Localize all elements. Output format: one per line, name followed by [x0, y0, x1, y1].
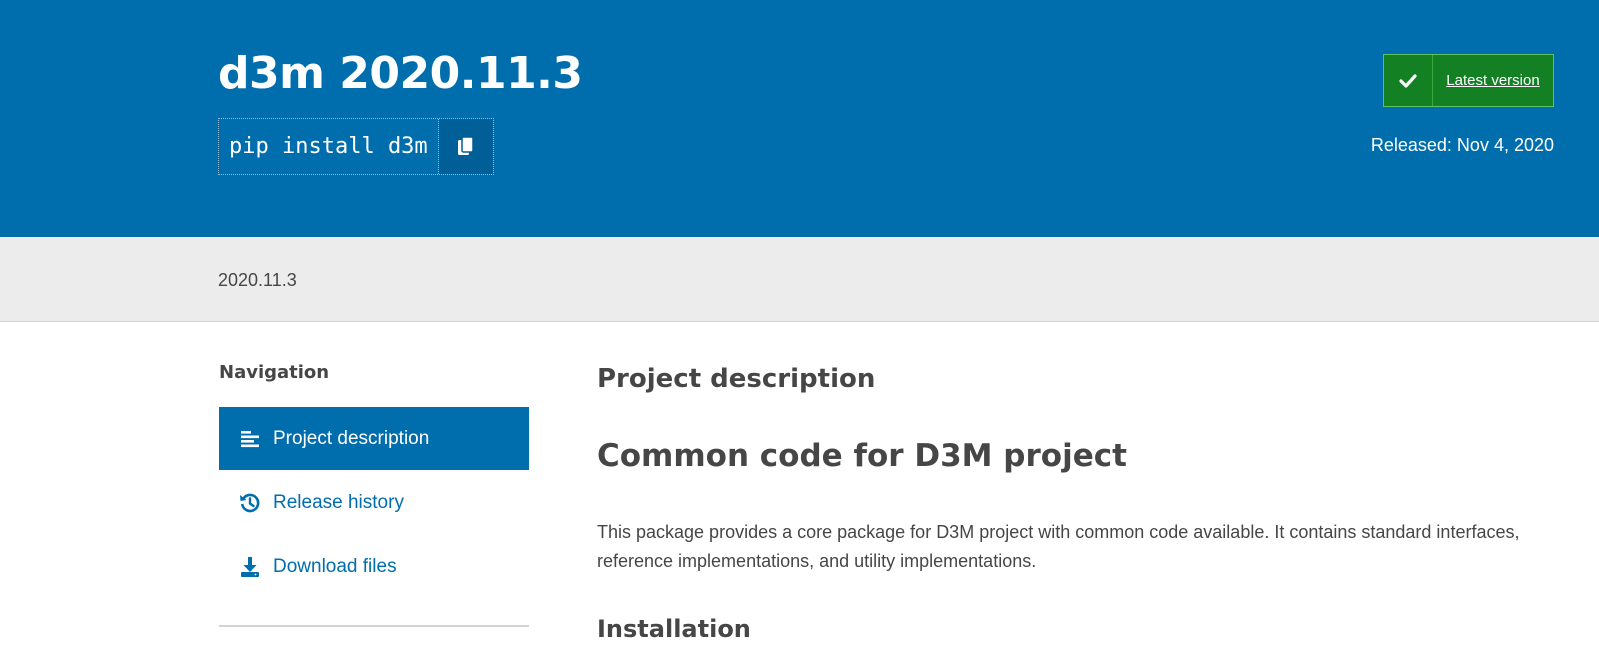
sidebar-item-project-description[interactable]: Project description — [219, 407, 529, 470]
check-icon — [1384, 55, 1433, 106]
latest-version-badge[interactable]: Latest version — [1383, 54, 1554, 107]
strip-version-text: 2020.11.3 — [218, 270, 297, 290]
pip-command-text[interactable]: pip install d3m — [219, 119, 439, 174]
section-heading: Project description — [597, 364, 876, 394]
sidebar-item-label: Project description — [273, 427, 430, 449]
sidebar-item-release-history[interactable]: Release history — [219, 471, 529, 534]
download-icon — [239, 556, 261, 578]
readme-title: Common code for D3M project — [597, 438, 1127, 474]
sidebar-item-download-files[interactable]: Download files — [219, 535, 529, 598]
package-title: d3m 2020.11.3 — [218, 48, 583, 99]
sidebar-item-label: Download files — [273, 555, 397, 577]
align-left-icon — [239, 428, 261, 450]
installation-heading: Installation — [597, 615, 751, 643]
sidebar-item-label: Release history — [273, 491, 404, 513]
copy-icon — [457, 135, 474, 155]
copy-button[interactable] — [438, 119, 493, 174]
sidebar-heading: Navigation — [219, 362, 330, 383]
latest-version-link[interactable]: Latest version — [1433, 55, 1553, 106]
release-date: Released: Nov 4, 2020 — [1370, 135, 1554, 155]
sidebar-divider — [219, 625, 529, 627]
readme-paragraph: This package provides a core package for… — [597, 522, 1520, 571]
pip-command-box: pip install d3m — [218, 118, 494, 175]
history-icon — [239, 492, 261, 514]
